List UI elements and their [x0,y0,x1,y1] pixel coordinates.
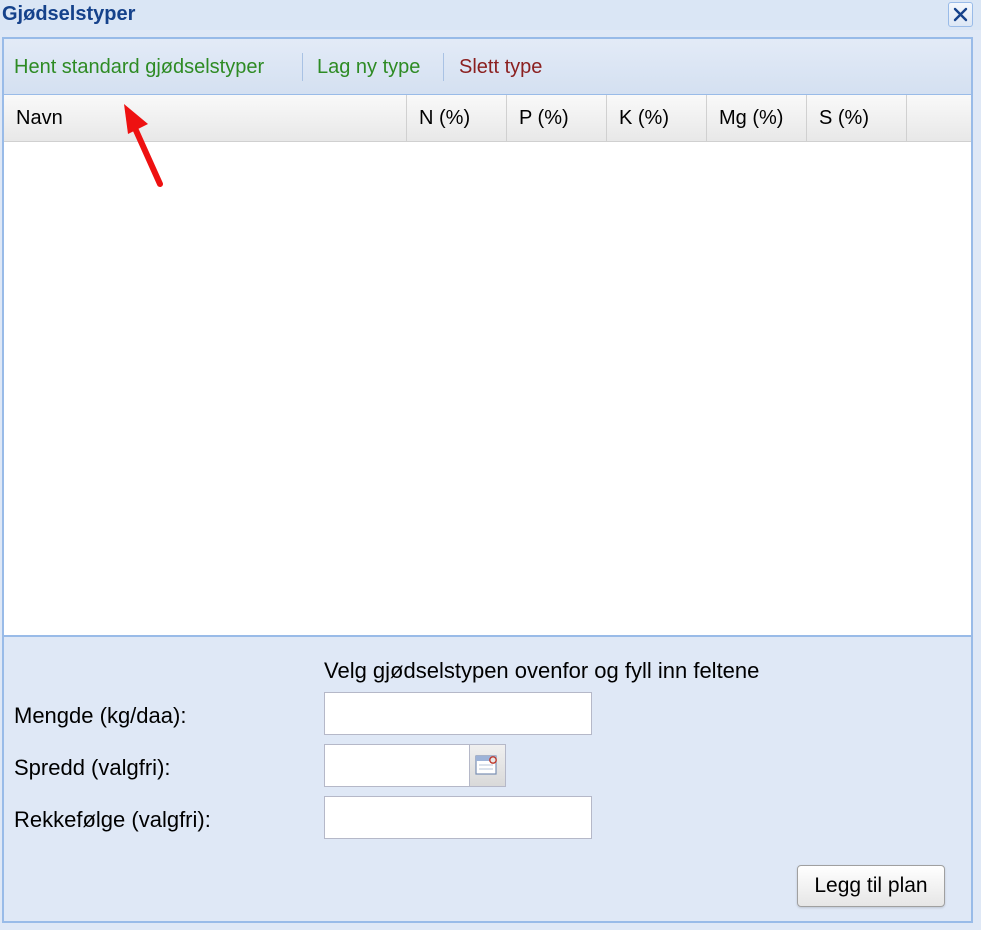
toolbar: Hent standard gjødselstyper Lag ny type … [4,39,971,95]
date-picker-button[interactable] [470,744,506,787]
load-standard-types-button[interactable]: Hent standard gjødselstyper [14,54,264,80]
toolbar-separator [443,53,444,81]
order-label: Rekkefølge (valgfri): [14,807,211,832]
add-to-plan-button[interactable]: Legg til plan [797,865,945,907]
spread-label: Spredd (valgfri): [14,755,171,780]
spread-date-input[interactable] [324,744,470,787]
calendar-icon [475,755,497,775]
column-header-s[interactable]: S (%) [807,95,907,141]
toolbar-separator [302,53,303,81]
grid-body[interactable] [4,142,971,637]
column-header-n[interactable]: N (%) [407,95,507,141]
window-title: Gjødselstyper [2,3,136,25]
window-titlebar: Gjødselstyper [0,0,981,30]
column-header-p[interactable]: P (%) [507,95,607,141]
close-button[interactable] [948,2,973,27]
form-instruction: Velg gjødselstypen ovenfor og fyll inn f… [324,658,760,683]
new-type-button[interactable]: Lag ny type [317,54,420,80]
close-icon [953,7,968,22]
order-input[interactable] [324,796,592,839]
column-header-mg[interactable]: Mg (%) [707,95,807,141]
amount-input[interactable] [324,692,592,735]
column-header-name[interactable]: Navn [4,95,407,141]
column-header-k[interactable]: K (%) [607,95,707,141]
red-arrow-icon [124,104,163,187]
amount-label: Mengde (kg/daa): [14,703,187,728]
delete-type-button[interactable]: Slett type [459,54,542,80]
